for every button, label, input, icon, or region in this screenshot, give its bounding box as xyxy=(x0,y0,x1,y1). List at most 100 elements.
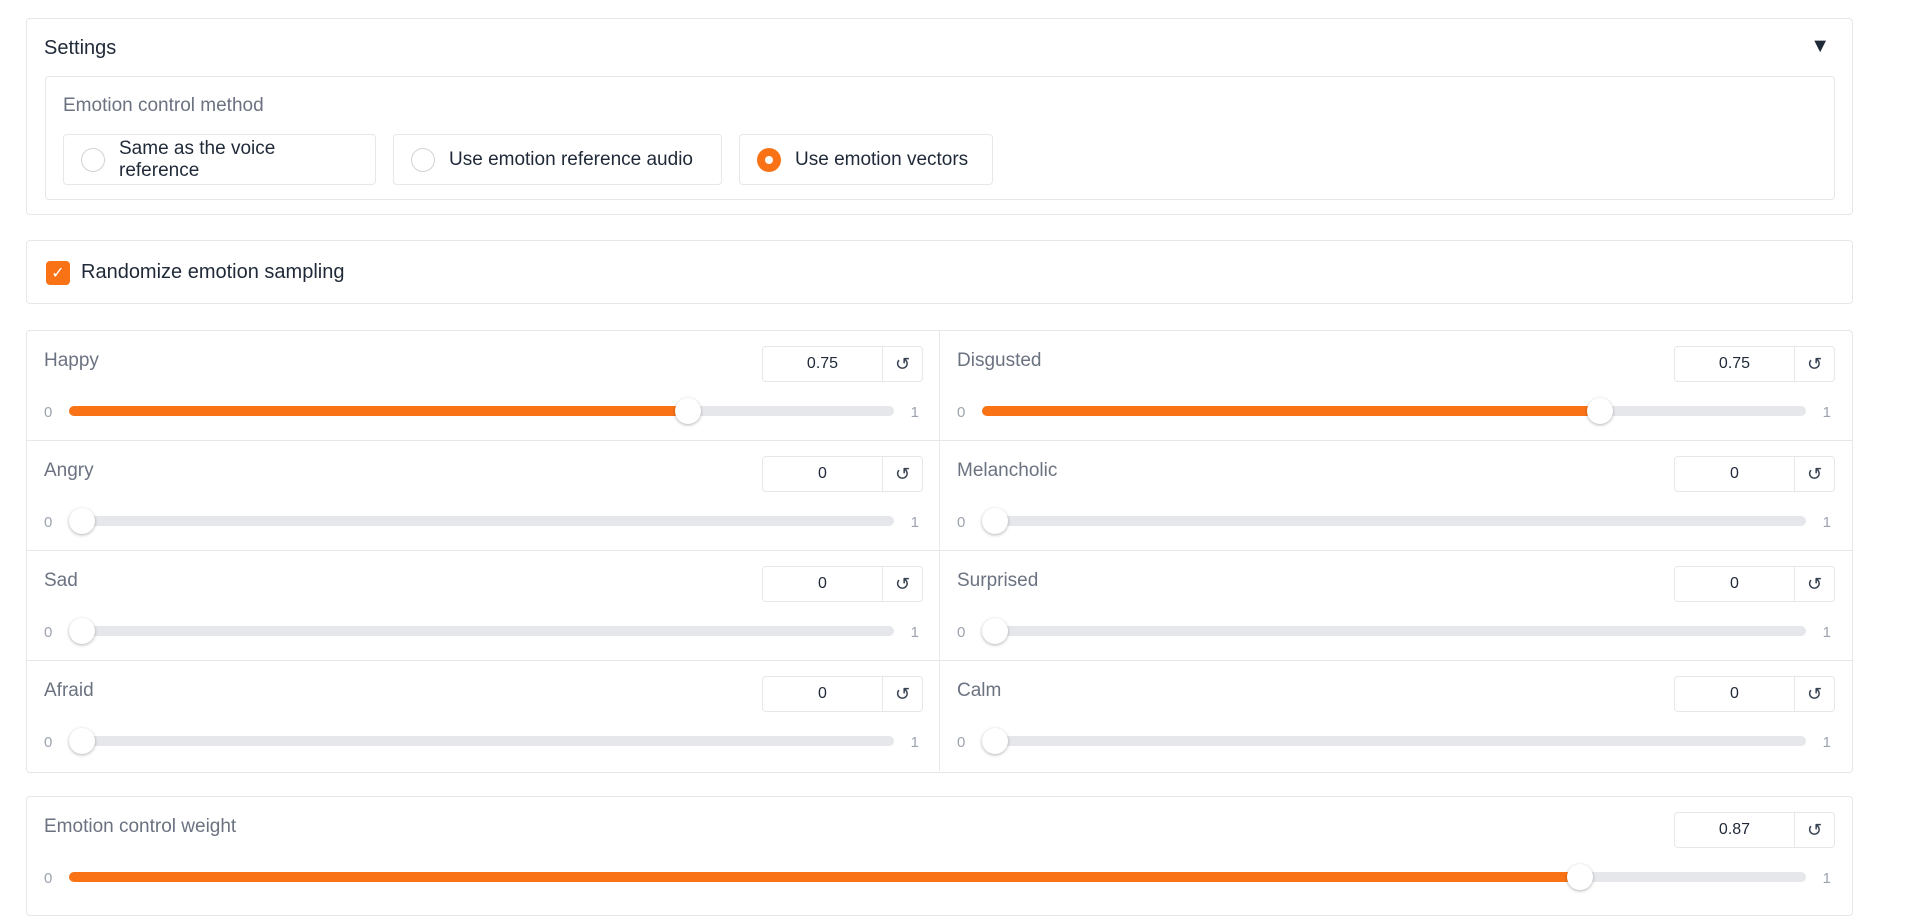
emotion-afraid-number-field: ↺ xyxy=(762,676,923,712)
slider-thumb[interactable] xyxy=(982,728,1008,754)
slider-max-label: 1 xyxy=(1822,870,1831,887)
slider-max-label: 1 xyxy=(1822,624,1831,641)
emotion-angry-cell: Angry ↺ 0 1 xyxy=(27,441,940,551)
randomize-emotion-row: ✓ Randomize emotion sampling xyxy=(26,240,1853,304)
slider-max-label: 1 xyxy=(1822,514,1831,531)
emotion-weight-label: Emotion control weight xyxy=(44,816,237,837)
slider-min-label: 0 xyxy=(957,734,966,751)
emotion-surprised-slider[interactable] xyxy=(982,618,1806,644)
emotion-weight-panel: Emotion control weight ↺ 0 1 xyxy=(26,796,1853,916)
emotion-method-group: Emotion control method Same as the voice… xyxy=(45,76,1835,200)
slider-max-label: 1 xyxy=(910,734,919,751)
emotion-melancholic-number-field: ↺ xyxy=(1674,456,1835,492)
emotion-afraid-number-input[interactable] xyxy=(763,677,882,711)
emotion-sad-slider[interactable] xyxy=(69,618,894,644)
slider-min-label: 0 xyxy=(957,514,966,531)
emotion-melancholic-cell: Melancholic ↺ 0 1 xyxy=(939,441,1852,551)
settings-title[interactable]: Settings xyxy=(44,37,116,60)
emotion-surprised-label: Surprised xyxy=(957,570,1039,591)
randomize-emotion-label[interactable]: Randomize emotion sampling xyxy=(81,261,344,284)
emotion-surprised-cell: Surprised ↺ 0 1 xyxy=(939,551,1852,661)
check-icon: ✓ xyxy=(51,265,65,282)
slider-thumb[interactable] xyxy=(1587,398,1613,424)
emotion-melancholic-number-input[interactable] xyxy=(1675,457,1794,491)
radio-circle-icon[interactable] xyxy=(81,147,105,172)
randomize-checkbox[interactable]: ✓ xyxy=(46,261,70,285)
emotion-angry-number-field: ↺ xyxy=(762,456,923,492)
reset-icon[interactable]: ↺ xyxy=(882,567,922,601)
emotion-surprised-number-field: ↺ xyxy=(1674,566,1835,602)
emotion-calm-slider[interactable] xyxy=(982,728,1806,754)
slider-max-label: 1 xyxy=(910,514,919,531)
reset-icon[interactable]: ↺ xyxy=(882,677,922,711)
slider-thumb[interactable] xyxy=(674,398,701,424)
slider-min-label: 0 xyxy=(44,624,53,641)
radio-label: Same as the voice reference xyxy=(119,137,276,181)
slider-min-label: 0 xyxy=(44,734,53,751)
slider-fill xyxy=(69,872,1581,882)
radio-same-as-voice-reference[interactable]: Same as the voice reference xyxy=(63,134,376,185)
emotion-disgusted-label: Disgusted xyxy=(957,350,1042,371)
slider-min-label: 0 xyxy=(957,404,966,421)
emotion-weight-number-input[interactable] xyxy=(1675,813,1794,847)
slider-max-label: 1 xyxy=(910,624,919,641)
emotion-method-label: Emotion control method xyxy=(63,95,264,116)
reset-icon[interactable]: ↺ xyxy=(882,347,922,381)
emotion-weight-number-field: ↺ xyxy=(1674,812,1835,848)
reset-icon[interactable]: ↺ xyxy=(882,457,922,491)
emotion-happy-label: Happy xyxy=(44,350,99,371)
slider-max-label: 1 xyxy=(1822,734,1831,751)
emotion-melancholic-label: Melancholic xyxy=(957,460,1058,481)
reset-icon[interactable]: ↺ xyxy=(1794,813,1834,847)
emotion-happy-number-input[interactable] xyxy=(763,347,882,381)
slider-min-label: 0 xyxy=(957,624,966,641)
emotion-happy-number-field: ↺ xyxy=(762,346,923,382)
slider-thumb[interactable] xyxy=(69,508,95,534)
emotion-calm-number-field: ↺ xyxy=(1674,676,1835,712)
radio-label: Use emotion reference audio xyxy=(449,148,693,170)
radio-selected-icon[interactable] xyxy=(757,147,781,172)
slider-thumb[interactable] xyxy=(69,728,95,754)
emotion-melancholic-slider[interactable] xyxy=(982,508,1806,534)
emotion-vector-grid: Happy ↺ 0 1 Disgusted ↺ 0 1 Angry ↺ 0 1 Melancholic ↺… xyxy=(26,330,1853,773)
slider-max-label: 1 xyxy=(1822,404,1831,421)
slider-thumb[interactable] xyxy=(982,508,1008,534)
emotion-angry-number-input[interactable] xyxy=(763,457,882,491)
reset-icon[interactable]: ↺ xyxy=(1794,677,1834,711)
emotion-disgusted-cell: Disgusted ↺ 0 1 xyxy=(939,331,1852,441)
slider-max-label: 1 xyxy=(910,404,919,421)
emotion-happy-slider[interactable] xyxy=(69,398,894,424)
slider-thumb[interactable] xyxy=(982,618,1008,644)
emotion-weight-slider[interactable] xyxy=(69,864,1806,890)
emotion-happy-cell: Happy ↺ 0 1 xyxy=(27,331,940,441)
emotion-sad-label: Sad xyxy=(44,570,78,591)
emotion-afraid-slider[interactable] xyxy=(69,728,894,754)
radio-emotion-reference-audio[interactable]: Use emotion reference audio xyxy=(393,134,722,185)
emotion-angry-slider[interactable] xyxy=(69,508,894,534)
emotion-disgusted-number-field: ↺ xyxy=(1674,346,1835,382)
emotion-afraid-cell: Afraid ↺ 0 1 xyxy=(27,661,940,771)
reset-icon[interactable]: ↺ xyxy=(1794,347,1834,381)
radio-label: Use emotion vectors xyxy=(795,148,969,170)
emotion-sad-cell: Sad ↺ 0 1 xyxy=(27,551,940,661)
slider-thumb[interactable] xyxy=(69,618,95,644)
caret-down-icon[interactable]: ▼ xyxy=(1810,35,1830,58)
settings-accordion: Settings ▼ Emotion control method Same a… xyxy=(26,18,1853,215)
emotion-sad-number-field: ↺ xyxy=(762,566,923,602)
slider-fill xyxy=(69,406,688,416)
emotion-calm-cell: Calm ↺ 0 1 xyxy=(939,661,1852,771)
slider-min-label: 0 xyxy=(44,870,53,887)
reset-icon[interactable]: ↺ xyxy=(1794,567,1834,601)
emotion-angry-label: Angry xyxy=(44,460,94,481)
radio-emotion-vectors[interactable]: Use emotion vectors xyxy=(739,134,993,185)
reset-icon[interactable]: ↺ xyxy=(1794,457,1834,491)
emotion-disgusted-slider[interactable] xyxy=(982,398,1806,424)
emotion-sad-number-input[interactable] xyxy=(763,567,882,601)
emotion-afraid-label: Afraid xyxy=(44,680,94,701)
slider-thumb[interactable] xyxy=(1567,864,1594,890)
emotion-disgusted-number-input[interactable] xyxy=(1675,347,1794,381)
radio-circle-icon[interactable] xyxy=(411,147,435,172)
emotion-surprised-number-input[interactable] xyxy=(1675,567,1794,601)
slider-min-label: 0 xyxy=(44,404,53,421)
emotion-calm-number-input[interactable] xyxy=(1675,677,1794,711)
